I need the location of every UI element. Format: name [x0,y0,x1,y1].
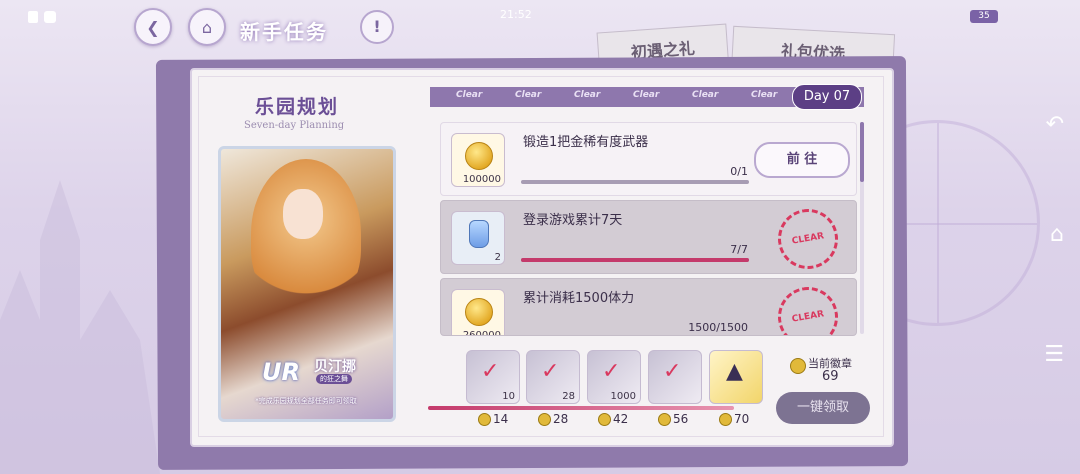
tier-value: 56 [673,412,689,426]
day-tab-3[interactable]: Clear [574,90,600,100]
milestone-tier: 42 [598,412,628,426]
progress-fill [521,258,749,262]
day-tab-6[interactable]: Clear [751,90,777,100]
task-title: 锻造1把金稀有度武器 [523,135,649,150]
task-row: 2 登录游戏累计7天 7/7 CLEAR [440,200,857,274]
medal-icon [719,413,732,426]
character-name: 贝汀挪 [314,359,356,375]
character-tag: 的狂之舞 [316,374,352,384]
back-button[interactable]: ❮ [134,8,172,46]
task-progress: 7/7 [730,243,748,256]
clear-stamp-icon: CLEAR [773,204,843,274]
character-face [283,189,323,239]
check-icon: ✓ [541,359,560,384]
milestone-reward[interactable]: ✓ [648,350,702,404]
task-progress: 0/1 [730,165,748,178]
battery-icon: 35 [970,10,998,23]
rarity-label: UR [262,358,300,386]
scrollbar-thumb[interactable] [860,122,864,182]
page-title: 新手任务 [240,20,328,44]
medal-icon [478,413,491,426]
medal-icon [658,413,671,426]
reward-count: 10 [502,391,515,402]
clear-stamp-icon: CLEAR [773,282,843,335]
task-row: 100000 锻造1把金稀有度武器 0/1 前 往 [440,122,857,196]
check-icon: ✓ [481,359,500,384]
day-tab-4[interactable]: Clear [633,90,659,100]
home-button[interactable]: ⌂ [188,8,226,46]
item-count: 260000 [462,330,501,336]
check-icon: ✓ [602,359,621,384]
item-count: 2 [494,252,501,263]
tier-value: 42 [613,412,629,426]
milestone-reward[interactable]: ✓ 10 [466,350,520,404]
portrait-note: *完成乐园规划全部任务即可领取 [255,397,357,405]
item-count: 100000 [462,174,501,185]
reward-item[interactable]: 260000 [451,289,505,336]
milestone-tier: 56 [658,412,688,426]
task-title: 累计消耗1500体力 [523,291,635,306]
tier-value: 70 [734,412,750,426]
coin-icon [465,142,493,170]
home-nav-icon[interactable]: ⌂ [1050,222,1064,247]
badge-icon [790,358,806,374]
day-tab-2[interactable]: Clear [515,90,541,100]
milestone-tier: 28 [538,412,568,426]
reward-item[interactable]: 2 [451,211,505,265]
back-nav-icon[interactable]: ↶ [1046,112,1064,137]
notification-icon [28,11,38,23]
claim-all-button[interactable]: 一键领取 [776,392,870,424]
badge-value: 69 [822,369,839,384]
milestone-tier: 70 [719,412,749,426]
potion-icon [469,220,489,248]
help-button[interactable]: ! [360,10,394,44]
reward-count: 28 [562,391,575,402]
panel-title: 乐园规划 [255,96,340,118]
menu-nav-icon[interactable]: ☰ [1044,342,1064,367]
helmet-icon: ▲ [726,359,743,384]
task-title: 登录游戏累计7天 [523,213,623,228]
reward-item[interactable]: 100000 [451,133,505,187]
milestone-tier: 14 [478,412,508,426]
panel-subtitle: Seven-day Planning [244,120,345,131]
milestone-reward[interactable]: ✓ 28 [526,350,580,404]
task-progress-bar [521,180,749,184]
check-icon: ✓ [663,359,682,384]
medal-icon [598,413,611,426]
day-tab-7[interactable]: Day 07 [792,84,862,110]
day-tab-1[interactable]: Clear [456,90,482,100]
milestone-progress-bar [428,406,734,410]
clock: 21:52 [500,8,532,21]
task-progress: 1500/1500 [688,321,748,334]
task-progress-bar [521,258,749,262]
app-icon [44,11,56,23]
day-tab-5[interactable]: Clear [692,90,718,100]
reward-count: 1000 [610,391,636,402]
tier-value: 14 [493,412,509,426]
character-portrait[interactable] [218,146,396,422]
castle-silhouette [0,180,160,474]
task-row: 260000 累计消耗1500体力 1500/1500 CLEAR [440,278,857,336]
milestone-reward-final[interactable]: ▲ [709,350,763,404]
go-button[interactable]: 前 往 [754,142,850,178]
medal-icon [538,413,551,426]
coin-icon [465,298,493,326]
milestone-reward[interactable]: ✓ 1000 [587,350,641,404]
tier-value: 28 [553,412,569,426]
